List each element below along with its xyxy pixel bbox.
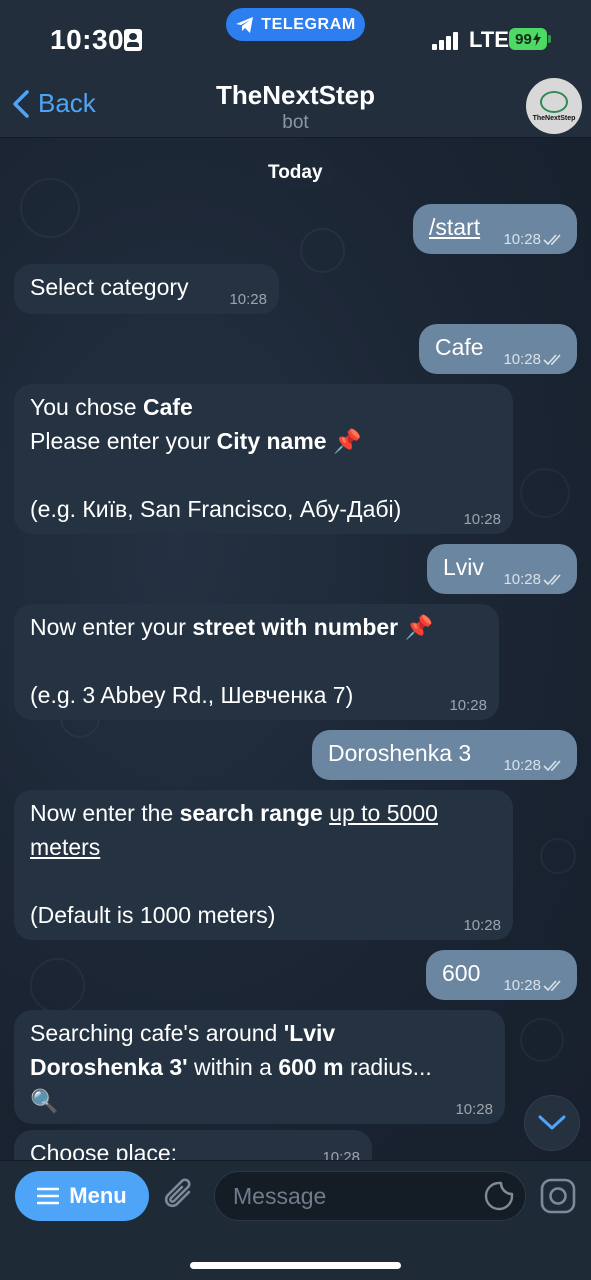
message-time: 10:28 [503, 977, 541, 994]
message-text: Lviv [443, 554, 484, 580]
message-time: 10:28 [449, 697, 487, 714]
message-input[interactable] [214, 1171, 526, 1221]
message-meta: 10:28 [503, 232, 565, 247]
paperclip-icon[interactable] [162, 1177, 198, 1215]
command-link[interactable]: /start [429, 214, 480, 240]
menu-label: Menu [69, 1183, 127, 1208]
bot-menu-button[interactable]: Menu [15, 1171, 149, 1221]
battery-icon: 99 [509, 28, 547, 50]
message-line: Now enter your street with number 📌 [30, 614, 434, 640]
chat-subtitle: bot [282, 112, 309, 133]
message-incoming: Now enter the search range up to 5000 me… [14, 790, 513, 940]
message-meta: 10:28 [503, 572, 565, 587]
partial-message-clip: Choose place: 10:28 [0, 1128, 591, 1160]
message-outgoing[interactable]: Lviv 10:28 [427, 544, 577, 594]
message-time: 10:28 [503, 351, 541, 368]
status-time: 10:30 [50, 24, 125, 55]
message-outgoing[interactable]: Cafe 10:28 [419, 324, 577, 374]
message-time: 10:28 [322, 1149, 360, 1160]
message-incoming: Searching cafe's around 'Lviv Doroshenka… [14, 1010, 505, 1124]
charging-bolt-icon [532, 32, 541, 46]
double-check-icon [543, 979, 561, 991]
message-incoming: Select category 10:28 [14, 264, 279, 314]
double-check-icon [543, 759, 561, 771]
message-line: Now enter the search range up to 5000 [30, 800, 438, 826]
bot-avatar[interactable]: TheNextStep [526, 78, 582, 134]
double-check-icon [543, 353, 561, 365]
globe-logo-icon [540, 90, 568, 113]
message-time: 10:28 [503, 231, 541, 248]
network-label: LTE [469, 27, 509, 52]
avatar-text: TheNextStep [532, 114, 576, 122]
double-check-icon [543, 233, 561, 245]
message-time: 10:28 [463, 511, 501, 528]
message-text: Select category [30, 274, 189, 300]
message-text: Choose place: [30, 1140, 178, 1160]
signal-icon [432, 30, 462, 50]
message-time: 10:28 [229, 291, 267, 308]
battery-level: 99 [515, 30, 532, 48]
message-line: Please enter your City name 📌 [30, 428, 362, 454]
magnifier-icon: 🔍 [30, 1088, 59, 1114]
return-to-telegram-pill[interactable]: TELEGRAM [226, 8, 365, 41]
telegram-plane-icon [236, 16, 254, 33]
status-bar: 10:30 TELEGRAM LTE 99 [0, 0, 591, 70]
message-outgoing[interactable]: 600 10:28 [426, 950, 577, 1000]
message-incoming: Now enter your street with number 📌 (e.g… [14, 604, 499, 720]
message-line: (e.g. 3 Abbey Rd., Шевченка 7) [30, 682, 354, 708]
pushpin-icon: 📌 [404, 614, 434, 640]
scroll-to-bottom-button[interactable] [524, 1095, 580, 1151]
message-text: Cafe [435, 334, 484, 360]
message-time: 10:28 [463, 917, 501, 934]
message-line: meters [30, 834, 101, 860]
message-meta: 10:28 [503, 978, 565, 993]
home-indicator[interactable] [190, 1262, 401, 1269]
chat-title[interactable]: TheNextStep [0, 80, 591, 111]
chat-header: Back TheNextStep bot TheNextStep [0, 70, 591, 138]
message-outgoing[interactable]: Doroshenka 3 10:28 [312, 730, 577, 780]
message-time: 10:28 [455, 1101, 493, 1118]
hamburger-icon [37, 1187, 60, 1205]
composer-bar: Menu [0, 1160, 591, 1280]
message-line: Doroshenka 3' within a 600 m radius... [30, 1054, 432, 1080]
date-separator: Today [256, 158, 335, 188]
battery-tip [548, 35, 551, 43]
sticker-icon[interactable] [484, 1181, 514, 1211]
camera-icon[interactable] [539, 1177, 577, 1215]
message-outgoing[interactable]: /start 10:28 [413, 204, 577, 254]
double-check-icon [543, 573, 561, 585]
carrier-label: TELEGRAM [261, 15, 356, 33]
id-card-icon [124, 29, 142, 51]
message-time: 10:28 [503, 571, 541, 588]
message-time: 10:28 [503, 757, 541, 774]
message-meta: 10:28 [503, 352, 565, 367]
message-text: 600 [442, 960, 481, 986]
message-incoming: You chose Cafe Please enter your City na… [14, 384, 513, 534]
message-meta: 10:28 [503, 758, 565, 773]
message-incoming: Choose place: 10:28 [14, 1130, 372, 1160]
message-line: (Default is 1000 meters) [30, 902, 276, 928]
message-text: Doroshenka 3 [328, 740, 472, 766]
message-line: Searching cafe's around 'Lviv [30, 1020, 336, 1046]
pushpin-icon: 📌 [333, 428, 362, 454]
chevron-down-icon [538, 1115, 566, 1130]
message-line: You chose Cafe [30, 394, 193, 420]
message-line: (e.g. Київ, San Francisco, Абу-Дабі) [30, 496, 402, 522]
